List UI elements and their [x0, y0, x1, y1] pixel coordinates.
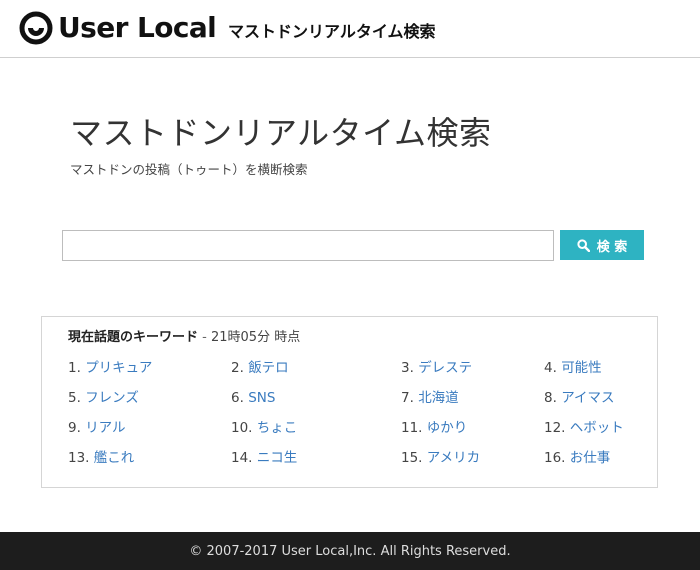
keyword-rank: 12. [544, 420, 566, 436]
heading-separator: - [198, 330, 211, 345]
search-input[interactable] [62, 230, 554, 261]
keyword-rank: 8. [544, 390, 557, 406]
user-local-logo[interactable]: User Local [19, 11, 217, 45]
keyword-rank: 13. [68, 450, 90, 466]
trending-keywords-panel: 現在話題のキーワード - 21時05分 時点 1. プリキュア 2. 飯テロ 3… [41, 316, 658, 488]
keyword-item: 3. デレステ [401, 359, 472, 377]
keyword-link[interactable]: ゆかり [427, 420, 468, 436]
header-title[interactable]: マストドンリアルタイム検索 [228, 21, 436, 43]
trending-timestamp: 21時05分 時点 [210, 330, 301, 345]
keyword-rank: 9. [68, 420, 81, 436]
search-button-label: 検 索 [596, 239, 628, 255]
keyword-link[interactable]: フレンズ [85, 390, 139, 406]
keyword-item: 16. お仕事 [544, 449, 610, 467]
keyword-link[interactable]: ヘボット [570, 420, 624, 436]
keyword-rank: 4. [544, 360, 557, 376]
keyword-rank: 15. [401, 450, 423, 466]
keyword-item: 11. ゆかり [401, 419, 467, 437]
search-icon [577, 238, 590, 252]
trending-keywords-title: 現在話題のキーワード [68, 330, 199, 345]
keyword-item: 5. フレンズ [68, 389, 139, 407]
user-local-logo-icon [19, 11, 53, 45]
keyword-link[interactable]: 北海道 [418, 390, 459, 406]
page-title: マストドンリアルタイム検索 [70, 114, 492, 152]
logo-text: User Local [58, 11, 217, 44]
keyword-rank: 10. [231, 420, 253, 436]
keyword-link[interactable]: 飯テロ [248, 360, 289, 376]
keyword-item: 12. ヘボット [544, 419, 624, 437]
keyword-rank: 14. [231, 450, 253, 466]
keyword-rank: 16. [544, 450, 566, 466]
keyword-item: 13. 艦これ [68, 449, 134, 467]
keyword-item: 1. プリキュア [68, 359, 152, 377]
keyword-item: 8. アイマス [544, 389, 615, 407]
keyword-link[interactable]: アメリカ [427, 450, 480, 466]
keyword-item: 4. 可能性 [544, 359, 602, 377]
search-button[interactable]: 検 索 [560, 230, 644, 260]
keyword-item: 2. 飯テロ [231, 359, 289, 377]
keyword-link[interactable]: プリキュア [85, 360, 152, 376]
keyword-link[interactable]: アイマス [561, 390, 614, 406]
trending-keywords-heading: 現在話題のキーワード - 21時05分 時点 [68, 329, 300, 347]
keyword-item: 14. ニコ生 [231, 449, 297, 467]
keyword-link[interactable]: リアル [85, 420, 125, 436]
keyword-link[interactable]: SNS [248, 390, 275, 406]
site-footer: © 2007-2017 User Local,Inc. All Rights R… [0, 532, 700, 570]
keyword-link[interactable]: お仕事 [570, 450, 611, 466]
keyword-item: 7. 北海道 [401, 389, 459, 407]
keyword-rank: 1. [68, 360, 81, 376]
keyword-rank: 11. [401, 420, 423, 436]
keyword-link[interactable]: 可能性 [561, 360, 602, 376]
keyword-rank: 3. [401, 360, 414, 376]
keyword-rank: 7. [401, 390, 414, 406]
keyword-link[interactable]: ニコ生 [257, 450, 298, 466]
copyright-text: © 2007-2017 User Local,Inc. All Rights R… [189, 543, 511, 559]
keyword-item: 9. リアル [68, 419, 126, 437]
keyword-rank: 2. [231, 360, 244, 376]
keyword-rank: 5. [68, 390, 81, 406]
keyword-item: 10. ちょこ [231, 419, 297, 437]
keyword-item: 6. SNS [231, 389, 275, 407]
keyword-link[interactable]: ちょこ [257, 420, 298, 436]
keyword-rank: 6. [231, 390, 244, 406]
page-subtitle: マストドンの投稿（トゥート）を横断検索 [70, 162, 308, 177]
site-header: User Local マストドンリアルタイム検索 [0, 0, 700, 58]
keyword-link[interactable]: デレステ [418, 360, 472, 376]
keyword-link[interactable]: 艦これ [94, 450, 135, 466]
keyword-item: 15. アメリカ [401, 449, 480, 467]
